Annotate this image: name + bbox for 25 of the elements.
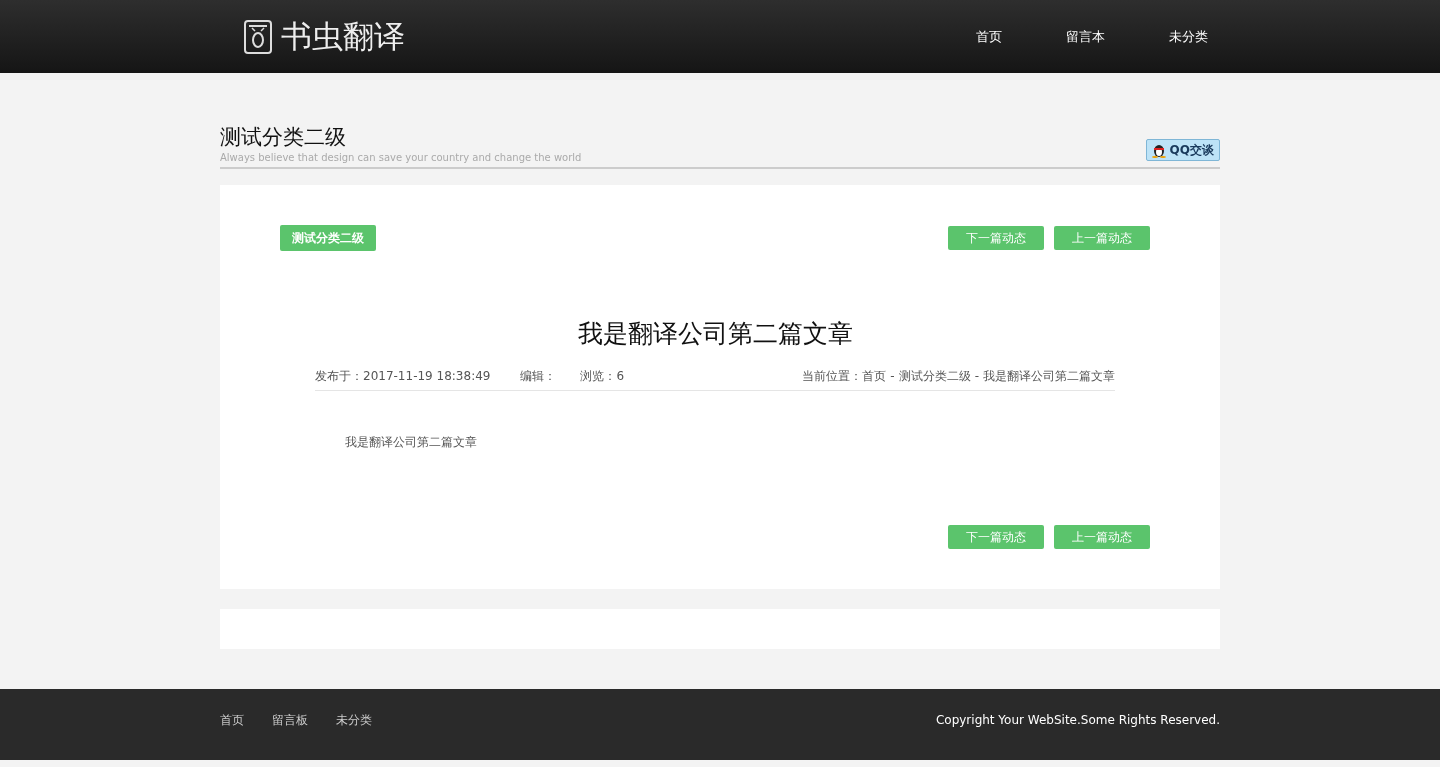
penguin-icon: [1151, 142, 1166, 159]
publish-date: 发布于：2017-11-19 18:38:49: [315, 368, 491, 386]
breadcrumb-separator: -: [890, 368, 895, 386]
editor-label: 编辑：: [520, 368, 557, 386]
article-body: 我是翻译公司第二篇文章: [345, 434, 478, 452]
breadcrumb-label: 当前位置：: [802, 368, 863, 386]
logo-icon: [243, 18, 273, 55]
breadcrumb-link[interactable]: 我是翻译公司第二篇文章: [983, 367, 1115, 386]
category-tag: 测试分类二级: [280, 225, 376, 252]
nav-link-item[interactable]: 留言本: [1066, 26, 1105, 47]
page-subtitle: Always believe that design can save your country and change the world: [220, 151, 582, 166]
site-logo-text: 书虫翻译: [281, 21, 405, 52]
breadcrumb-link[interactable]: 测试分类二级: [898, 367, 971, 386]
footer-link[interactable]: 留言板: [272, 710, 308, 729]
qq-chat-button[interactable]: QQ交谈: [1145, 139, 1220, 162]
page-title: 测试分类二级: [220, 125, 347, 151]
nav-link-item[interactable]: 首页: [976, 26, 1002, 47]
footer-link[interactable]: 未分类: [336, 710, 372, 729]
view-count: 浏览：6: [580, 368, 625, 386]
article-title: 我是翻译公司第二篇文章: [576, 319, 854, 350]
copyright-text: Copyright Your WebSite.Some Rights Reserved.: [935, 711, 1220, 729]
nav-link-item[interactable]: 未分类: [1169, 26, 1208, 47]
breadcrumb-separator: -: [974, 368, 979, 386]
breadcrumb-link[interactable]: 首页: [862, 367, 887, 386]
footer-link[interactable]: 首页: [220, 710, 244, 729]
